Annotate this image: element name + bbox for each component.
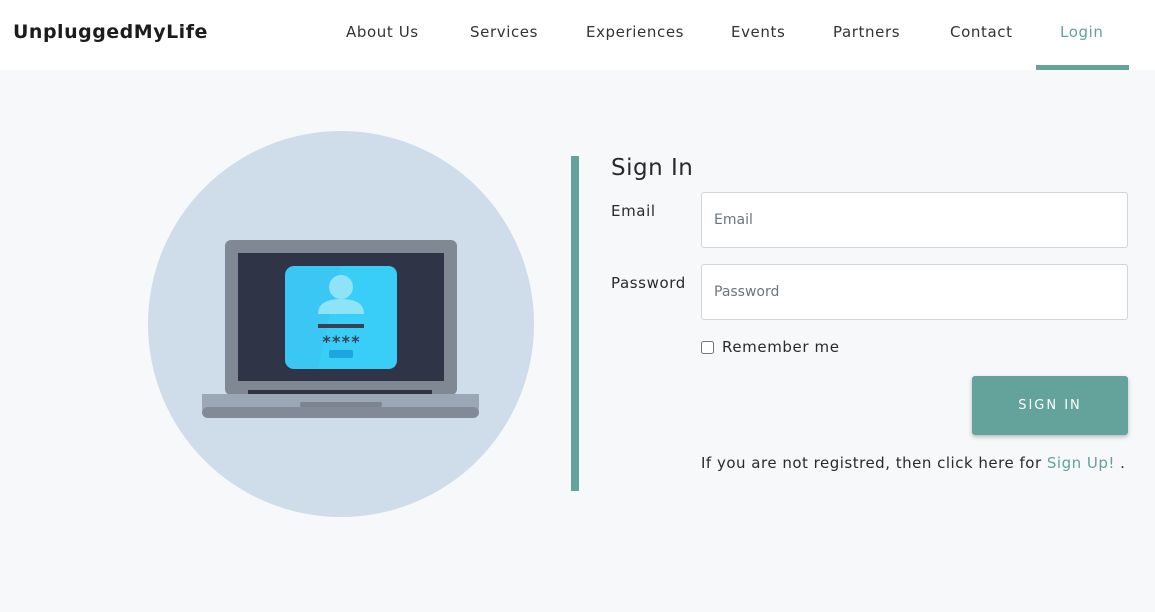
nav-active-indicator bbox=[1036, 65, 1129, 70]
laptop-login-illustration: **** bbox=[148, 131, 534, 517]
register-prefix: If you are not registred, then click her… bbox=[701, 454, 1042, 472]
email-field[interactable] bbox=[701, 192, 1128, 248]
nav-services[interactable]: Services bbox=[470, 23, 538, 41]
nav-login[interactable]: Login bbox=[1060, 23, 1103, 41]
nav-partners[interactable]: Partners bbox=[833, 23, 900, 41]
password-field[interactable] bbox=[701, 264, 1128, 320]
register-prompt: If you are not registred, then click her… bbox=[701, 454, 1125, 472]
email-label: Email bbox=[611, 202, 656, 220]
brand-logo[interactable]: UnpluggedMyLife bbox=[13, 21, 208, 43]
nav-events[interactable]: Events bbox=[731, 23, 785, 41]
section-divider bbox=[571, 156, 579, 491]
navbar: UnpluggedMyLife About Us Services Experi… bbox=[0, 0, 1155, 70]
sign-up-link[interactable]: Sign Up! bbox=[1047, 454, 1115, 472]
password-label: Password bbox=[611, 274, 686, 292]
sign-in-button[interactable]: SIGN IN bbox=[972, 376, 1128, 435]
nav-experiences[interactable]: Experiences bbox=[586, 23, 684, 41]
nav-about-us[interactable]: About Us bbox=[346, 23, 419, 41]
remember-me-label: Remember me bbox=[722, 338, 840, 356]
password-mask-text: **** bbox=[322, 332, 361, 351]
register-suffix: . bbox=[1120, 454, 1126, 472]
nav-contact[interactable]: Contact bbox=[950, 23, 1013, 41]
remember-me-checkbox[interactable] bbox=[701, 340, 714, 354]
laptop-login-icon: **** bbox=[148, 131, 534, 517]
remember-me[interactable]: Remember me bbox=[701, 338, 840, 356]
page-title: Sign In bbox=[611, 155, 694, 181]
